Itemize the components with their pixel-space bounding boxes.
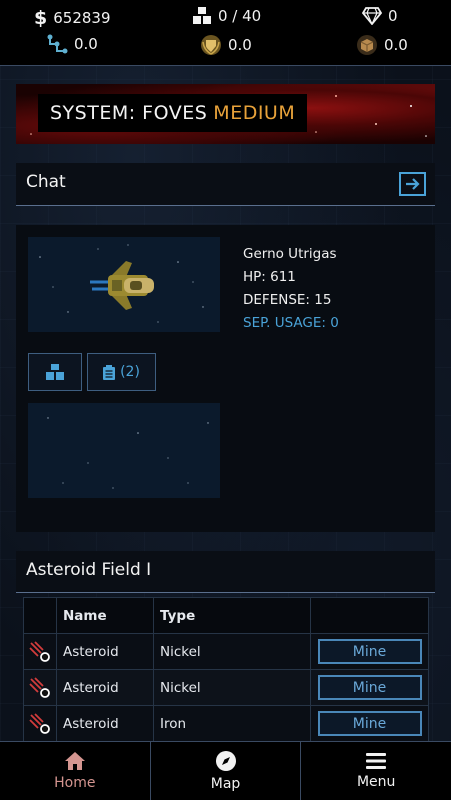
mine-button[interactable]: Mine bbox=[317, 675, 422, 700]
dollar-icon: $ bbox=[34, 7, 48, 29]
row-type: Nickel bbox=[154, 670, 311, 705]
system-name: SYSTEM: FOVES bbox=[50, 102, 208, 124]
chat-open-button[interactable] bbox=[399, 172, 426, 196]
gems-stat: 0 bbox=[362, 7, 398, 25]
secondary-viewport bbox=[28, 403, 220, 498]
stat-b: 0.0 bbox=[200, 34, 252, 56]
stat-a: 0.0 bbox=[46, 34, 98, 54]
row-name: Asteroid bbox=[57, 706, 154, 741]
stat-c: 0.0 bbox=[356, 34, 408, 56]
gems-value: 0 bbox=[388, 7, 398, 25]
cargo-boxes-icon bbox=[192, 7, 212, 25]
table-header: Name Type bbox=[24, 598, 428, 634]
ship-info: Gerno Utrigas HP: 611 DEFENSE: 15 SEP. U… bbox=[243, 243, 339, 335]
cargo-value: 0 / 40 bbox=[218, 7, 262, 25]
system-security: MEDIUM bbox=[213, 102, 296, 124]
row-type: Nickel bbox=[154, 634, 311, 669]
system-name-label: SYSTEM: FOVES MEDIUM bbox=[38, 94, 308, 132]
nav-menu-label: Menu bbox=[356, 774, 396, 790]
ship-hp: HP: 611 bbox=[243, 269, 296, 285]
resource-bar: $ 652839 0 / 40 0 0.0 0.0 0.0 bbox=[0, 0, 451, 66]
credits-stat: $ 652839 bbox=[34, 7, 111, 29]
hamburger-menu-icon bbox=[366, 753, 387, 769]
shield-laurel-icon bbox=[200, 34, 222, 56]
asteroid-icon bbox=[24, 634, 57, 669]
credits-value: 652839 bbox=[53, 9, 111, 27]
ship-name: Gerno Utrigas bbox=[243, 246, 337, 262]
header-action-col bbox=[311, 598, 428, 633]
nav-home-label: Home bbox=[54, 775, 96, 791]
chat-panel[interactable]: Chat bbox=[16, 163, 435, 206]
header-type: Type bbox=[154, 598, 311, 633]
mine-button[interactable]: Mine bbox=[317, 639, 422, 664]
ship-panel: Gerno Utrigas HP: 611 DEFENSE: 15 SEP. U… bbox=[16, 225, 435, 532]
bottom-nav: Home Map Menu bbox=[0, 741, 451, 800]
asteroid-field-header: Asteroid Field I bbox=[16, 551, 435, 593]
log-count: (2) bbox=[120, 364, 140, 380]
nav-map[interactable]: Map bbox=[151, 742, 302, 800]
diamond-icon bbox=[362, 7, 382, 25]
ship-viewport bbox=[28, 237, 220, 332]
ship-sprite bbox=[90, 261, 154, 310]
ship-defense: DEFENSE: 15 bbox=[243, 292, 332, 308]
stat-c-value: 0.0 bbox=[384, 36, 408, 54]
asteroid-icon bbox=[24, 670, 57, 705]
row-name: Asteroid bbox=[57, 634, 154, 669]
header-name: Name bbox=[57, 598, 154, 633]
cargo-boxes-icon bbox=[46, 364, 64, 380]
table-row: Asteroid Nickel Mine bbox=[24, 634, 428, 670]
ship-sep-usage: SEP. USAGE: 0 bbox=[243, 315, 339, 331]
nav-map-label: Map bbox=[210, 776, 241, 792]
stat-b-value: 0.0 bbox=[228, 36, 252, 54]
table-row: Asteroid Iron Mine bbox=[24, 706, 428, 742]
nav-menu[interactable]: Menu bbox=[301, 742, 451, 800]
compass-icon bbox=[215, 751, 236, 771]
row-type: Iron bbox=[154, 706, 311, 741]
cargo-button[interactable] bbox=[28, 353, 82, 391]
home-icon bbox=[64, 752, 85, 770]
cargo-stat: 0 / 40 bbox=[192, 7, 261, 25]
system-banner: SYSTEM: FOVES MEDIUM bbox=[16, 84, 435, 144]
asteroid-icon bbox=[24, 706, 57, 741]
arrow-right-icon bbox=[405, 178, 420, 190]
crate-icon bbox=[356, 34, 378, 56]
clipboard-icon bbox=[103, 364, 116, 380]
header-icon-col bbox=[24, 598, 57, 633]
stat-a-value: 0.0 bbox=[74, 35, 98, 53]
field-title: Asteroid Field I bbox=[26, 560, 152, 580]
chat-title: Chat bbox=[26, 172, 66, 192]
row-name: Asteroid bbox=[57, 670, 154, 705]
log-button[interactable]: (2) bbox=[87, 353, 156, 391]
table-row: Asteroid Nickel Mine bbox=[24, 670, 428, 706]
asteroid-table: Name Type Asteroid Nickel Mine Asteroid … bbox=[23, 597, 429, 743]
nav-home[interactable]: Home bbox=[0, 742, 151, 800]
mine-button[interactable]: Mine bbox=[317, 711, 422, 736]
molecule-icon bbox=[46, 34, 68, 54]
